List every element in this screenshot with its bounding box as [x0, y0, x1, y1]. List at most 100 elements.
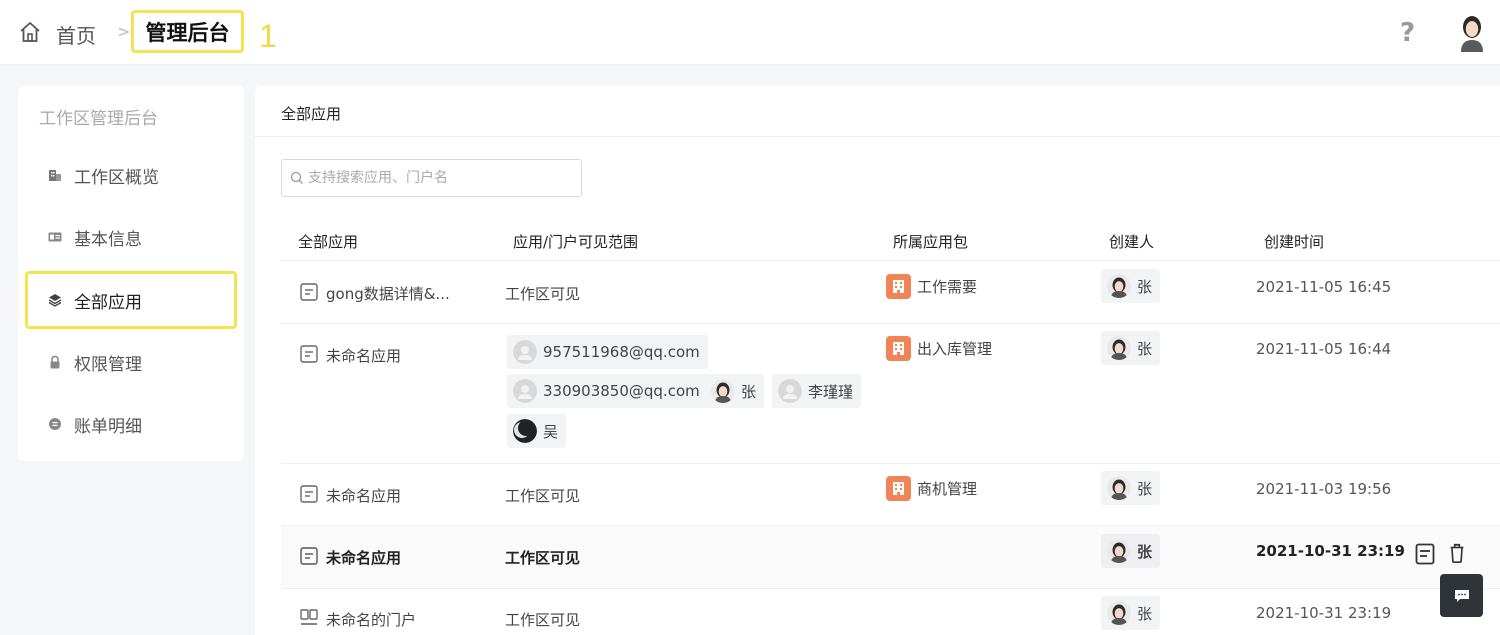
layers-icon: [48, 293, 62, 307]
app-name[interactable]: 未命名应用: [326, 547, 401, 568]
top-bar: 首页 > 管理后台 1 ?: [0, 0, 1500, 64]
scope-member: 957511968@qq.com: [543, 343, 700, 361]
breadcrumb-separator: >: [117, 22, 131, 41]
package-tag[interactable]: 工作需要: [886, 274, 977, 299]
edit-form-icon[interactable]: [1415, 543, 1435, 565]
scope-chip: 330903850@qq.com: [507, 374, 708, 408]
app-form-icon: [300, 283, 318, 301]
creator-name: 张: [1137, 277, 1153, 296]
annotation-1: 1: [259, 18, 277, 54]
created-time: 2021-10-31 23:19: [1256, 542, 1405, 560]
sidebar-item-label: 权限管理: [74, 354, 142, 375]
creator-name: 张: [1137, 542, 1153, 561]
creator-chip: 张: [1101, 331, 1161, 365]
created-time: 2021-11-05 16:44: [1256, 340, 1392, 358]
sidebar-item-billing[interactable]: 账单明细: [18, 395, 244, 453]
sidebar-item-permissions[interactable]: 权限管理: [18, 333, 244, 391]
scope-member: 张: [741, 382, 757, 401]
moon-avatar-icon: [513, 419, 537, 443]
building-icon: [48, 168, 62, 182]
sidebar-item-label: 全部应用: [74, 292, 142, 313]
avatar: [1107, 601, 1131, 625]
package-name: 工作需要: [917, 278, 978, 296]
sidebar-item-all-apps[interactable]: 全部应用: [25, 271, 237, 329]
sidebar-item-label: 基本信息: [74, 229, 142, 250]
package-icon: [886, 336, 911, 361]
scope-text: 工作区可见: [505, 487, 581, 505]
scope-text: 工作区可见: [505, 549, 581, 567]
scope-member: 330903850@qq.com: [543, 382, 700, 400]
app-name[interactable]: gong数据详情&...: [326, 283, 450, 304]
search-input[interactable]: [308, 170, 568, 186]
creator-name: 张: [1137, 604, 1153, 623]
sidebar-item-basic-info[interactable]: 基本信息: [18, 208, 244, 266]
search-box[interactable]: [281, 159, 582, 197]
sidebar-title: 工作区管理后台: [39, 109, 158, 129]
app-name[interactable]: 未命名应用: [326, 345, 401, 366]
sidebar: 工作区管理后台 工作区概览 基本信息 全部应用 权限管理 账单明细: [18, 86, 244, 461]
help-icon[interactable]: ?: [1400, 18, 1415, 48]
divider: [255, 136, 1500, 137]
lock-icon: [48, 355, 62, 369]
created-time: 2021-10-31 23:19: [1256, 604, 1392, 622]
column-header-created-time: 创建时间: [1264, 233, 1325, 251]
chat-button[interactable]: [1440, 574, 1483, 617]
creator-chip: 张: [1101, 471, 1161, 505]
creator-name: 张: [1137, 339, 1153, 358]
creator-chip: 张: [1101, 596, 1161, 630]
package-name: 商机管理: [917, 480, 978, 498]
breadcrumb-current[interactable]: 管理后台: [131, 10, 244, 53]
scope-chip: 957511968@qq.com: [507, 335, 708, 369]
sidebar-item-label: 工作区概览: [74, 167, 159, 188]
package-icon: [886, 274, 911, 299]
scope-member: 吴: [543, 422, 559, 441]
main-panel: 全部应用 全部应用 应用/门户可见范围 所属应用包 创建人 创建时间 gong数…: [255, 86, 1500, 635]
divider: [281, 588, 1500, 589]
created-time: 2021-11-05 16:45: [1256, 278, 1392, 296]
divider: [281, 463, 1500, 464]
divider: [281, 260, 1500, 261]
default-avatar-icon: [513, 379, 537, 403]
search-icon: [290, 171, 303, 184]
sidebar-item-label: 账单明细: [74, 416, 142, 437]
package-icon: [886, 476, 911, 501]
column-header-scope: 应用/门户可见范围: [513, 233, 639, 251]
divider: [281, 323, 1500, 324]
column-header-package: 所属应用包: [893, 233, 969, 251]
package-name: 出入库管理: [917, 340, 993, 358]
creator-chip: 张: [1101, 534, 1161, 568]
avatar: [1107, 476, 1131, 500]
id-card-icon: [48, 230, 62, 244]
package-tag[interactable]: 商机管理: [886, 476, 977, 501]
created-time: 2021-11-03 19:56: [1256, 480, 1392, 498]
package-tag[interactable]: 出入库管理: [886, 336, 992, 361]
chat-icon: [1454, 589, 1469, 602]
coin-icon: [48, 417, 62, 431]
user-avatar[interactable]: [1456, 12, 1488, 52]
scope-chip: 吴: [507, 414, 567, 448]
app-form-icon: [300, 485, 318, 503]
app-name[interactable]: 未命名应用: [326, 485, 401, 506]
sidebar-item-overview[interactable]: 工作区概览: [18, 146, 244, 204]
app-form-icon: [300, 547, 318, 565]
default-avatar-icon: [778, 379, 802, 403]
scope-chip: 李瑾瑾: [772, 374, 862, 408]
column-header-creator: 创建人: [1109, 233, 1155, 251]
scope-member: 李瑾瑾: [808, 382, 854, 401]
home-icon[interactable]: [18, 20, 42, 44]
scope-chip: 张: [705, 374, 765, 408]
avatar: [1107, 336, 1131, 360]
scope-text: 工作区可见: [505, 285, 581, 303]
default-avatar-icon: [513, 340, 537, 364]
breadcrumb-home[interactable]: 首页: [56, 20, 96, 49]
creator-name: 张: [1137, 479, 1153, 498]
creator-chip: 张: [1101, 269, 1161, 303]
app-name[interactable]: 未命名的门户: [326, 609, 416, 630]
avatar: [1107, 274, 1131, 298]
portal-icon: [300, 609, 318, 625]
trash-icon[interactable]: [1447, 542, 1467, 564]
avatar: [711, 379, 735, 403]
app-form-icon: [300, 345, 318, 363]
avatar: [1107, 539, 1131, 563]
scope-text: 工作区可见: [505, 611, 581, 629]
